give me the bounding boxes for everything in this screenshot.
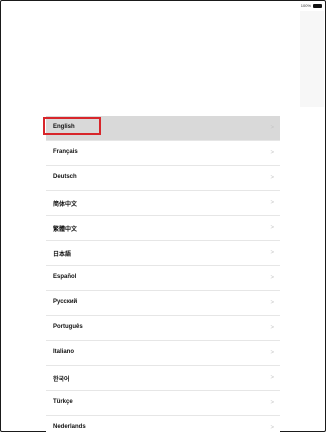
language-row[interactable]: 日本語 > — [46, 241, 280, 266]
chevron-right-icon: > — [270, 200, 274, 206]
language-row[interactable]: Español > — [46, 266, 280, 291]
side-panel — [300, 11, 324, 107]
chevron-right-icon: > — [270, 325, 274, 331]
language-label: Français — [53, 149, 78, 155]
language-row[interactable]: 한국어 > — [46, 366, 280, 391]
language-label: Nederlands — [53, 424, 86, 430]
chevron-right-icon: > — [270, 350, 274, 356]
language-row[interactable]: Français > — [46, 141, 280, 166]
chevron-right-icon: > — [270, 300, 274, 306]
language-label: English — [53, 124, 75, 130]
chevron-right-icon: > — [270, 375, 274, 381]
language-row[interactable]: Deutsch > — [46, 166, 280, 191]
language-row[interactable]: Nederlands > — [46, 416, 280, 432]
language-label: 繁體中文 — [53, 227, 78, 233]
chevron-right-icon: > — [270, 425, 274, 431]
language-label: Português — [53, 324, 83, 330]
language-row[interactable]: Italiano > — [46, 341, 280, 366]
chevron-right-icon: > — [270, 275, 274, 281]
chevron-right-icon: > — [270, 225, 274, 231]
language-list: English > Français > Deutsch > 简体中文 > 繁體中文 > … — [46, 116, 280, 432]
chevron-right-icon: > — [270, 150, 274, 156]
language-row[interactable]: English > — [46, 116, 280, 141]
language-label: Русский — [53, 299, 78, 305]
language-row[interactable]: Türkçe > — [46, 391, 280, 416]
language-label: Deutsch — [53, 174, 77, 180]
language-label: Español — [53, 274, 77, 280]
chevron-right-icon: > — [270, 125, 274, 131]
battery-icon — [313, 4, 322, 8]
language-label: 한국어 — [53, 377, 70, 383]
language-label: Italiano — [53, 349, 75, 355]
chevron-right-icon: > — [270, 400, 274, 406]
language-label: Türkçe — [53, 399, 73, 405]
language-row[interactable]: 简体中文 > — [46, 191, 280, 216]
language-row[interactable]: Português > — [46, 316, 280, 341]
status-bar: 100% — [1, 1, 326, 11]
chevron-right-icon: > — [270, 175, 274, 181]
language-label: 简体中文 — [53, 202, 78, 208]
language-label: 日本語 — [53, 252, 72, 258]
language-row[interactable]: Русский > — [46, 291, 280, 316]
language-row[interactable]: 繁體中文 > — [46, 216, 280, 241]
battery-percent: 100% — [300, 3, 311, 8]
chevron-right-icon: > — [270, 250, 274, 256]
